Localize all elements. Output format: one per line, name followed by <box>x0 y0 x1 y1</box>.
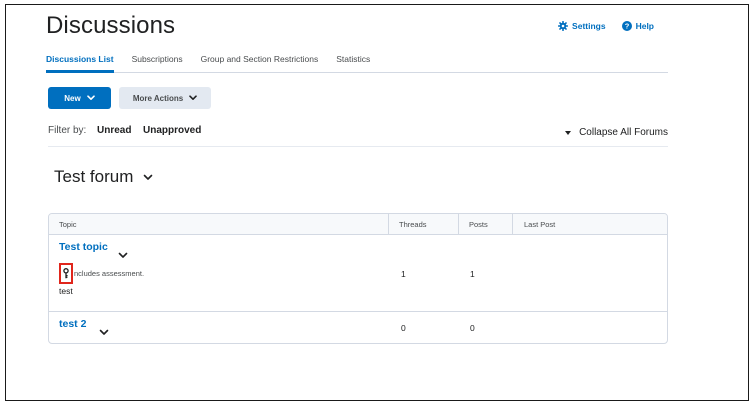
help-link[interactable]: ? Help <box>621 21 654 31</box>
column-divider <box>512 214 513 235</box>
topics-table: Topic Threads Posts Last Post Test topic <box>48 213 668 344</box>
filter-unread-link[interactable]: Unread <box>97 125 131 136</box>
filter-bar: Filter by: Unread Unapproved Collapse Al… <box>48 125 668 147</box>
caret-down-icon <box>565 130 572 135</box>
posts-count: 0 <box>470 323 475 333</box>
topic-link-test-topic[interactable]: Test topic <box>59 241 108 253</box>
filter-label: Filter by: <box>48 125 87 136</box>
tab-discussions-list[interactable]: Discussions List <box>46 53 114 73</box>
help-label: Help <box>635 21 654 31</box>
forum-heading: Test forum <box>54 167 153 187</box>
chevron-down-icon[interactable] <box>143 174 153 181</box>
collapse-all-forums-button[interactable]: Collapse All Forums <box>565 127 668 138</box>
settings-label: Settings <box>572 21 606 31</box>
gear-icon <box>558 21 569 31</box>
table-header: Topic Threads Posts Last Post <box>49 214 667 235</box>
column-header-topic: Topic <box>59 220 77 229</box>
column-header-threads: Threads <box>399 220 427 229</box>
top-links: Settings ? Help <box>558 21 654 31</box>
page-title: Discussions <box>46 12 176 39</box>
collapse-all-label: Collapse All Forums <box>579 127 668 138</box>
key-icon <box>59 263 73 284</box>
question-icon: ? <box>621 21 632 31</box>
forum-title: Test forum <box>54 167 134 186</box>
topic-link-test-2[interactable]: test 2 <box>59 318 86 330</box>
window-frame: Discussions Settings ? Help Discussions … <box>5 4 749 401</box>
chevron-down-icon <box>189 94 197 103</box>
tab-bar: Discussions List Subscriptions Group and… <box>46 53 668 73</box>
posts-count: 1 <box>470 269 475 279</box>
column-divider <box>458 214 459 235</box>
tab-statistics[interactable]: Statistics <box>336 53 370 73</box>
svg-text:?: ? <box>624 22 629 31</box>
threads-count: 1 <box>401 269 406 279</box>
topic-description: test <box>59 286 73 296</box>
new-button-label: New <box>64 93 81 103</box>
threads-count: 0 <box>401 323 406 333</box>
tab-group-and-section-restrictions[interactable]: Group and Section Restrictions <box>201 53 319 73</box>
new-button[interactable]: New <box>48 87 111 109</box>
more-actions-button[interactable]: More Actions <box>119 87 211 109</box>
column-divider <box>388 214 389 235</box>
column-header-posts: Posts <box>469 220 488 229</box>
table-row: test 2 0 0 <box>49 312 667 343</box>
tab-subscriptions[interactable]: Subscriptions <box>132 53 183 73</box>
chevron-down-icon <box>86 94 95 103</box>
filter-unapproved-link[interactable]: Unapproved <box>143 125 201 136</box>
more-actions-label: More Actions <box>132 93 184 103</box>
assessment-note: ncludes assessment. <box>59 263 144 284</box>
table-row: Test topic ncludes assessment. test 1 1 <box>49 235 667 312</box>
assessment-note-text: ncludes assessment. <box>74 269 145 278</box>
settings-link[interactable]: Settings <box>558 21 606 31</box>
chevron-down-icon[interactable] <box>99 323 109 341</box>
chevron-down-icon[interactable] <box>118 246 128 264</box>
column-header-last-post: Last Post <box>524 220 556 229</box>
